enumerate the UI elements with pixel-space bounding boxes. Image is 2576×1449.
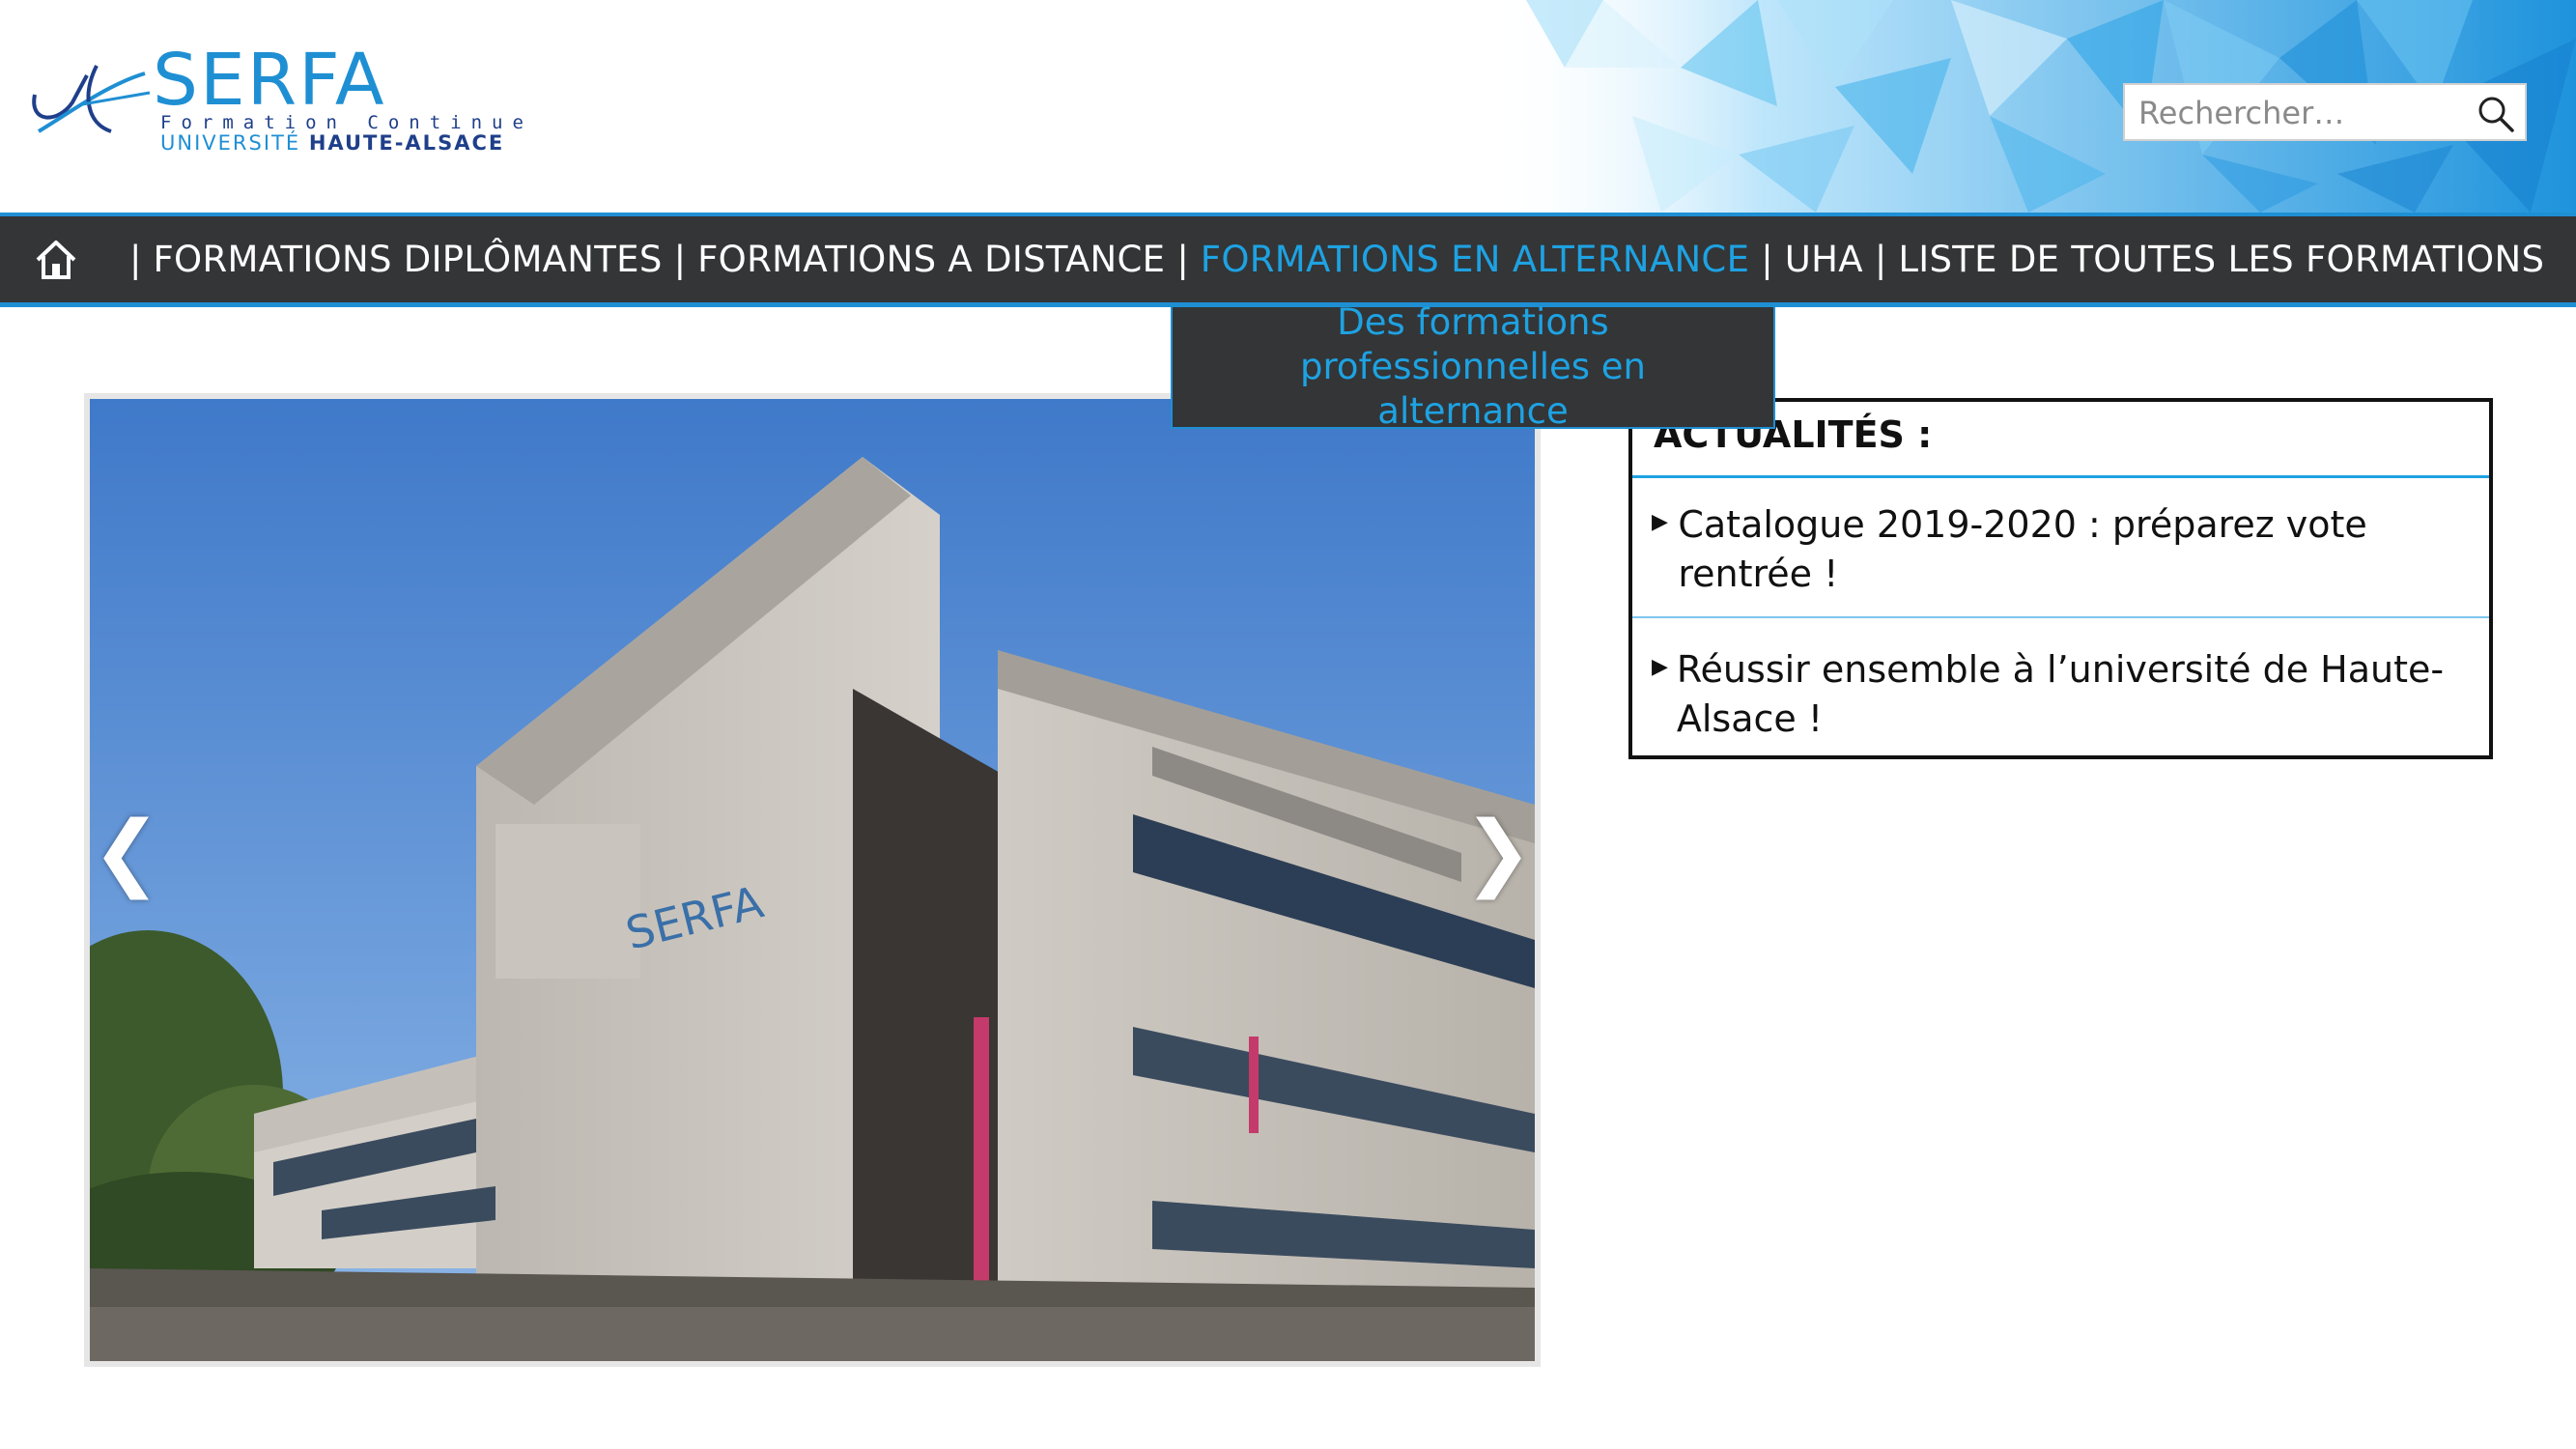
bullet-icon: ▶ — [1652, 655, 1668, 679]
site-header: SERFA Formation Continue UNIVERSITÉ HAUT… — [0, 0, 2576, 213]
news-item-text[interactable]: Réussir ensemble à l’université de Haute… — [1677, 645, 2463, 744]
nav-separator: | — [673, 239, 687, 280]
news-divider — [1632, 616, 2489, 618]
logo-university-part2: HAUTE-ALSACE — [308, 131, 505, 155]
bullet-icon: ▶ — [1652, 510, 1668, 534]
search-input[interactable] — [2138, 93, 2457, 133]
main-navigation: | FORMATIONS DIPLÔMANTES | FORMATIONS A … — [0, 213, 2576, 307]
nav-item-formations-diplomantes[interactable]: FORMATIONS DIPLÔMANTES — [153, 239, 662, 280]
slide-image-building: SERFA — [90, 399, 1535, 1361]
nav-separator: | — [1761, 239, 1773, 280]
logo-subtitle: Formation Continue — [160, 112, 533, 133]
slider-next-button[interactable]: ❯ — [1463, 804, 1533, 900]
image-slider: SERFA ❮ ❯ — [84, 393, 1541, 1367]
news-item[interactable]: ▶ Réussir ensemble à l’université de Hau… — [1652, 645, 2463, 744]
serfa-logo[interactable]: SERFA Formation Continue UNIVERSITÉ HAUT… — [29, 39, 541, 162]
nav-item-uha[interactable]: UHA — [1785, 239, 1863, 280]
logo-mark-icon — [32, 65, 151, 133]
home-icon[interactable] — [33, 238, 79, 282]
nav-separator: | — [1176, 239, 1189, 280]
slider-prev-button[interactable]: ❮ — [92, 804, 161, 900]
nav-separator: | — [1874, 239, 1887, 280]
logo-university-part1: UNIVERSITÉ — [160, 131, 301, 155]
nav-separator: | — [129, 239, 142, 280]
search-icon[interactable] — [2477, 95, 2515, 133]
building-photo: SERFA — [90, 399, 1535, 1361]
news-item[interactable]: ▶ Catalogue 2019-2020 : préparez vote re… — [1652, 500, 2463, 599]
logo-university: UNIVERSITÉ HAUTE-ALSACE — [160, 131, 504, 155]
search-box — [2123, 83, 2527, 141]
news-panel: ACTUALITÉS : ▶ Catalogue 2019-2020 : pré… — [1628, 398, 2493, 759]
news-item-text[interactable]: Catalogue 2019-2020 : préparez vote rent… — [1678, 500, 2463, 599]
nav-item-liste-formations[interactable]: LISTE DE TOUTES LES FORMATIONS — [1898, 239, 2544, 280]
dropdown-item-formations-alternance[interactable]: Des formations professionnelles en alter… — [1203, 300, 1743, 434]
nav-item-formations-en-alternance[interactable]: FORMATIONS EN ALTERNANCE — [1201, 239, 1749, 280]
alternance-dropdown-menu: Des formations professionnelles en alter… — [1171, 301, 1775, 432]
nav-item-formations-a-distance[interactable]: FORMATIONS A DISTANCE — [697, 239, 1165, 280]
logo-title: SERFA — [153, 39, 386, 122]
news-divider — [1632, 475, 2489, 478]
